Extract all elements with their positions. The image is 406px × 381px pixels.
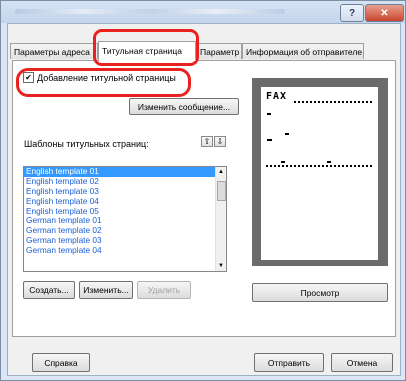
cancel-button[interactable]: Отмена xyxy=(331,353,393,372)
up-arrow-icon: ⇧ xyxy=(203,137,211,146)
list-scrollbar[interactable]: ▲ ▼ xyxy=(215,167,226,271)
tab-sender-info[interactable]: Информация об отправителе xyxy=(242,43,364,59)
title-text-blurred xyxy=(15,9,285,14)
templates-label: Шаблоны титульных страниц: xyxy=(24,139,149,149)
preview-mark xyxy=(281,161,285,163)
help-button[interactable]: Справка xyxy=(32,353,90,372)
preview-button[interactable]: Просмотр xyxy=(252,283,388,302)
scroll-down-icon[interactable]: ▼ xyxy=(218,263,224,269)
fax-settings-window: ? ✕ Параметры адреса Титульная страница … xyxy=(0,0,406,381)
close-button[interactable]: ✕ xyxy=(365,4,404,22)
title-help-button[interactable]: ? xyxy=(340,4,364,22)
edit-message-button[interactable]: Изменить сообщение... xyxy=(129,98,239,115)
cover-page-preview: FAX xyxy=(261,87,378,260)
preview-mark xyxy=(267,113,271,115)
tab-parameter[interactable]: Параметр xyxy=(196,43,242,59)
dotted-line xyxy=(294,101,372,103)
create-button[interactable]: Создать... xyxy=(23,281,75,299)
send-button[interactable]: Отправить xyxy=(254,353,324,372)
down-arrow-icon: ⇩ xyxy=(216,137,224,146)
title-bar: ? ✕ xyxy=(1,1,405,23)
preview-mark xyxy=(267,139,272,141)
cover-page-panel: ✔ Добавление титульной страницы Изменить… xyxy=(12,60,396,337)
checkbox-highlight xyxy=(16,68,191,97)
scroll-thumb[interactable] xyxy=(217,181,226,201)
fax-heading: FAX xyxy=(266,91,288,102)
tab-address-settings[interactable]: Параметры адреса xyxy=(10,43,98,59)
delete-button[interactable]: Удалить xyxy=(137,281,191,299)
list-item[interactable]: German template 04 xyxy=(24,245,226,256)
tab-cover-page[interactable]: Титульная страница xyxy=(98,41,196,61)
preview-area: FAX xyxy=(252,78,388,266)
modify-button[interactable]: Изменить... xyxy=(79,281,133,299)
preview-mark xyxy=(285,133,289,135)
preview-mark xyxy=(327,161,331,163)
scroll-up-icon[interactable]: ▲ xyxy=(218,169,224,175)
move-up-button[interactable]: ⇧ xyxy=(201,136,213,147)
templates-listbox[interactable]: English template 01 English template 02 … xyxy=(23,166,227,272)
dotted-line xyxy=(266,165,372,167)
move-down-button[interactable]: ⇩ xyxy=(214,136,226,147)
